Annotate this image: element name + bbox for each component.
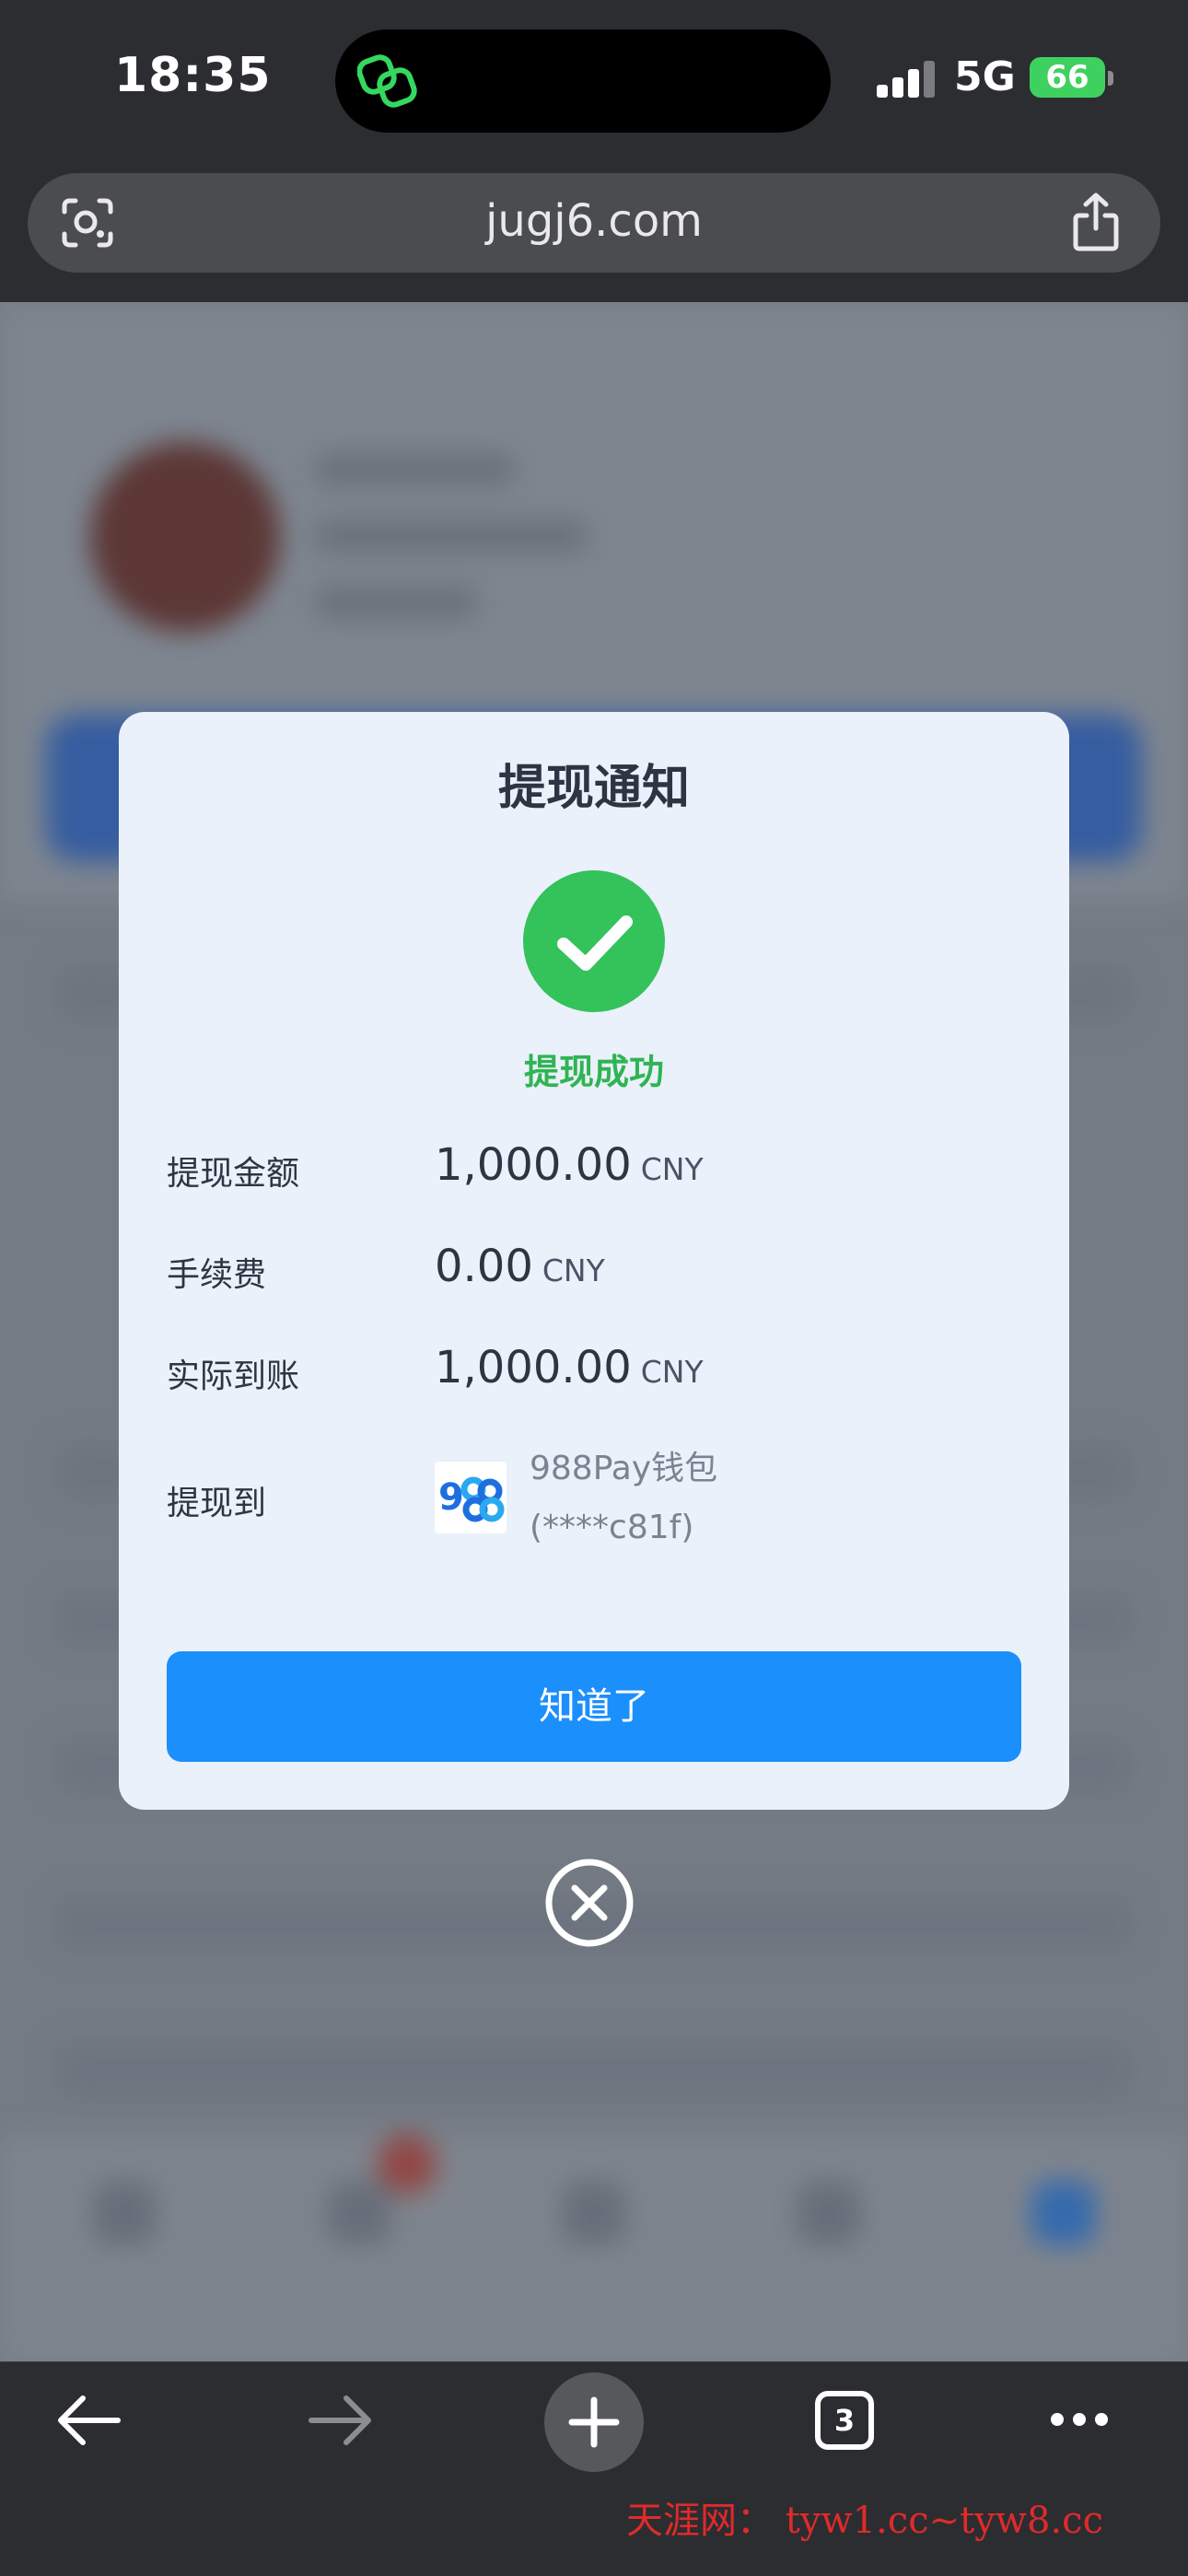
address-bar[interactable]: jugj6.com (28, 173, 1160, 273)
received-value: 1,000.00 (435, 1342, 632, 1393)
row-label-received: 实际到账 (167, 1358, 300, 1395)
amount-value: 1,000.00 (435, 1139, 632, 1191)
status-bar: 18:35 5G 66 (0, 0, 1188, 166)
close-icon[interactable] (545, 1859, 634, 1947)
share-icon[interactable] (1070, 192, 1122, 252)
watermark-text: 天涯网： tyw1.cc~tyw8.cc (626, 2500, 1103, 2542)
wallet-info: 988Pay钱包 (****c81f) (530, 1440, 717, 1557)
link-icon (357, 54, 417, 108)
wallet-name: 988Pay钱包 (530, 1450, 718, 1487)
wallet-account: (****c81f) (530, 1509, 694, 1546)
confirm-button[interactable]: 知道了 (167, 1651, 1021, 1762)
forward-arrow-icon[interactable] (306, 2391, 376, 2450)
row-label-fee: 手续费 (167, 1256, 267, 1294)
dynamic-island (335, 29, 831, 133)
more-options-icon[interactable] (1048, 2409, 1111, 2430)
currency-unit: CNY (542, 1253, 605, 1288)
withdrawal-notice-dialog: 提现通知 提现成功 提现金额 1,000.00 CNY 手续费 0.00 CNY 实… (119, 712, 1069, 1810)
success-status: 提现成功 (523, 1052, 664, 1092)
battery-level: 66 (1045, 59, 1089, 96)
currency-unit: CNY (640, 1151, 704, 1187)
battery-icon: 66 (1030, 57, 1105, 98)
row-value-fee: 0.00 CNY (435, 1241, 605, 1292)
status-time: 18:35 (114, 48, 272, 103)
tab-switcher-button[interactable]: 3 (815, 2391, 874, 2450)
network-type: 5G (954, 53, 1016, 100)
new-tab-icon[interactable] (544, 2372, 644, 2472)
signal-icon (877, 57, 936, 98)
row-label-destination: 提现到 (167, 1485, 267, 1522)
battery-cap (1108, 71, 1113, 86)
dialog-title: 提现通知 (497, 761, 690, 816)
row-value-amount: 1,000.00 CNY (435, 1139, 704, 1191)
988pay-logo-icon: 9 (435, 1462, 507, 1533)
row-label-amount: 提现金额 (167, 1155, 300, 1193)
back-arrow-icon[interactable] (53, 2391, 123, 2450)
url-text[interactable]: jugj6.com (28, 195, 1160, 247)
row-value-received: 1,000.00 CNY (435, 1342, 704, 1393)
fee-value: 0.00 (435, 1241, 533, 1292)
svg-text:9: 9 (438, 1476, 464, 1519)
success-check-icon (523, 870, 665, 1012)
currency-unit: CNY (640, 1354, 704, 1390)
